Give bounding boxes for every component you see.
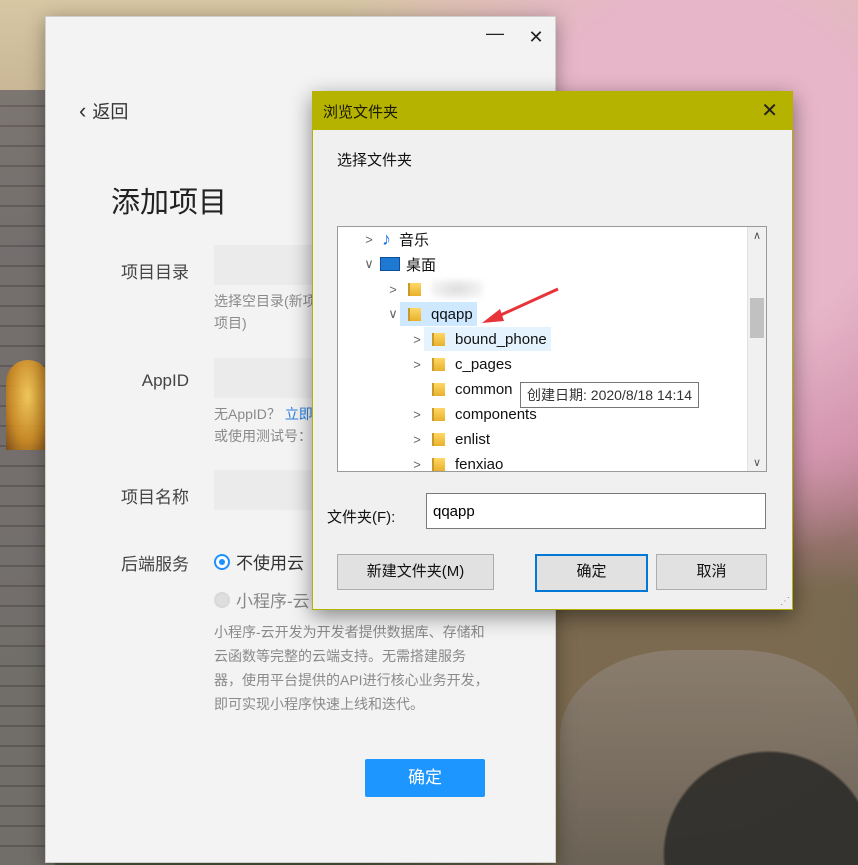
tree-item-label: qqapp xyxy=(431,305,473,323)
chevron-down-icon[interactable]: ∨ xyxy=(362,256,376,272)
close-button[interactable]: ✕ xyxy=(524,27,548,48)
desktop-icon xyxy=(380,257,400,271)
dialog-titlebar: 浏览文件夹 ✕ xyxy=(313,92,792,130)
folder-field-label: 文件夹(F): xyxy=(327,509,396,526)
folder-tooltip: 创建日期: 2020/8/18 14:14 xyxy=(520,382,699,408)
background-window xyxy=(6,360,50,450)
folder-input[interactable] xyxy=(426,493,766,529)
folder-icon xyxy=(432,382,445,396)
tree-item-fenxiao[interactable]: > fenxiao xyxy=(410,452,503,472)
folder-icon xyxy=(432,332,445,346)
chevron-right-icon[interactable]: > xyxy=(410,432,424,447)
back-label: 返回 xyxy=(92,102,129,122)
chevron-right-icon[interactable]: > xyxy=(362,232,376,247)
folder-icon xyxy=(432,357,445,371)
tree-item-label: 音乐 xyxy=(399,231,430,249)
tree-item-label: c_pages xyxy=(455,355,512,373)
folder-icon xyxy=(408,282,421,296)
folder-icon xyxy=(432,457,445,471)
project-dir-label: 项目目录 xyxy=(121,263,189,282)
chevron-right-icon[interactable]: > xyxy=(410,407,424,422)
folder-icon xyxy=(408,307,421,321)
dialog-subtitle: 选择文件夹 xyxy=(337,152,413,169)
annotation-arrow-icon xyxy=(482,287,559,323)
background-bridge xyxy=(560,650,858,865)
tree-item-c-pages[interactable]: > c_pages xyxy=(410,352,512,376)
chevron-down-icon[interactable]: ∨ xyxy=(386,306,400,322)
tree-item-label: bound_phone xyxy=(455,330,547,348)
back-button[interactable]: ‹ 返回 xyxy=(79,98,128,124)
tree-item-bound-phone[interactable]: > bound_phone xyxy=(410,327,551,351)
resize-grip-icon[interactable]: ⋰ xyxy=(780,596,790,607)
blurred-folder-name xyxy=(431,279,483,299)
tree-scrollbar[interactable]: ∧ ∨ xyxy=(747,227,766,471)
backend-description: 小程序-云开发为开发者提供数据库、存储和云函数等完整的云端支持。无需搭建服务器，… xyxy=(214,624,489,712)
appid-test-hint: 或使用测试号： xyxy=(214,428,312,444)
appid-register-link[interactable]: 立即 xyxy=(285,406,313,422)
page-title: 添加项目 xyxy=(111,187,228,219)
backend-label: 后端服务 xyxy=(121,555,189,574)
music-icon: ♪ xyxy=(382,228,391,249)
tree-item-enlist[interactable]: > enlist xyxy=(410,427,490,451)
radio-selected-icon[interactable] xyxy=(214,553,230,570)
minimize-button[interactable]: — xyxy=(483,23,507,44)
folder-icon xyxy=(432,407,445,421)
chevron-right-icon[interactable]: > xyxy=(410,357,424,372)
tree-item-music[interactable]: > ♪ 音乐 xyxy=(362,227,429,251)
browse-folder-dialog: 浏览文件夹 ✕ 选择文件夹 > ♪ 音乐 ∨ 桌面 > ∨ qqapp > bo… xyxy=(312,91,793,610)
backend-option-none[interactable]: 不使用云 xyxy=(214,549,304,574)
tree-item-qqapp[interactable]: ∨ qqapp xyxy=(386,302,477,326)
appid-label: AppID xyxy=(141,371,189,390)
tree-item-components[interactable]: > components xyxy=(410,402,537,426)
tree-item-label: common xyxy=(455,380,513,398)
confirm-button[interactable]: 确定 xyxy=(365,759,485,797)
scroll-down-icon[interactable]: ∨ xyxy=(748,456,766,469)
backend-option-cloud-label: 小程序-云 xyxy=(236,592,310,611)
chevron-right-icon[interactable]: > xyxy=(410,332,424,347)
selected-highlight: qqapp xyxy=(400,302,477,326)
hover-highlight: bound_phone xyxy=(424,327,551,351)
folder-tree[interactable]: > ♪ 音乐 ∨ 桌面 > ∨ qqapp > bound_phone > c_… xyxy=(337,226,767,472)
tree-item-label: fenxiao xyxy=(455,455,504,472)
dialog-close-icon[interactable]: ✕ xyxy=(761,98,778,123)
tree-item-common[interactable]: common xyxy=(410,377,513,401)
dialog-title: 浏览文件夹 xyxy=(323,103,399,121)
tree-item-label: components xyxy=(455,405,537,423)
tree-item-label: 桌面 xyxy=(406,256,437,274)
backend-option-cloud[interactable]: 小程序-云 xyxy=(214,587,310,612)
radio-unselected-icon[interactable] xyxy=(214,591,230,608)
tree-item-label: enlist xyxy=(455,430,491,448)
project-name-label: 项目名称 xyxy=(121,488,189,507)
new-folder-button[interactable]: 新建文件夹(M) xyxy=(337,554,494,590)
tree-item-blurred[interactable]: > xyxy=(386,277,483,301)
scrollbar-thumb[interactable] xyxy=(750,298,764,338)
project-dir-hint: 选择空目录(新项 项目) xyxy=(214,293,317,331)
backend-option-none-label: 不使用云 xyxy=(236,554,304,573)
chevron-left-icon: ‹ xyxy=(79,98,87,123)
folder-icon xyxy=(432,432,445,446)
dialog-cancel-button[interactable]: 取消 xyxy=(656,554,767,590)
scroll-up-icon[interactable]: ∧ xyxy=(748,229,766,242)
appid-hint-text: 无AppID？ xyxy=(214,406,281,422)
chevron-right-icon[interactable]: > xyxy=(386,282,400,297)
tree-item-desktop[interactable]: ∨ 桌面 xyxy=(362,252,436,276)
dialog-ok-button[interactable]: 确定 xyxy=(535,554,648,592)
chevron-right-icon[interactable]: > xyxy=(410,457,424,472)
appid-hint: 无AppID？ 立即 或使用测试号： xyxy=(214,403,313,447)
